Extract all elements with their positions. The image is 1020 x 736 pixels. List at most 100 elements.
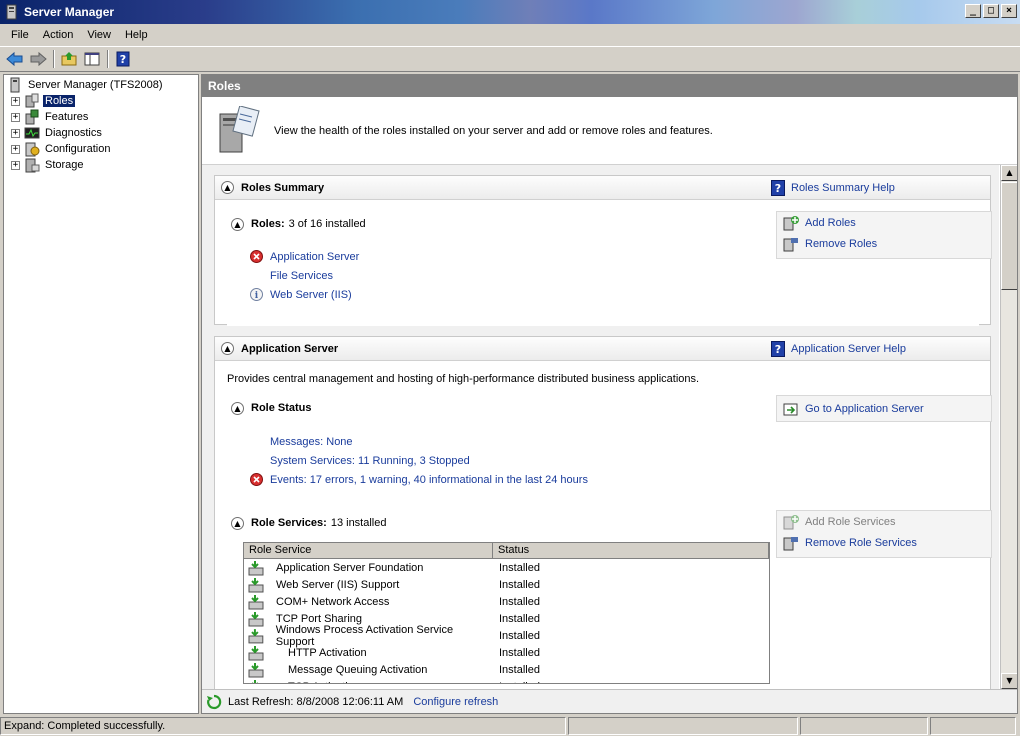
tree-root[interactable]: Server Manager (TFS2008) — [4, 77, 198, 93]
roles-summary-header: ▲ Roles Summary ? Roles Summary Help — [215, 176, 990, 200]
role-service-cell: Application Server Foundation — [244, 560, 492, 576]
tree-root-label: Server Manager (TFS2008) — [28, 79, 163, 91]
go-to-application-server-action[interactable]: Go to Application Server — [777, 396, 991, 421]
role-status-title: Role Status — [251, 402, 312, 414]
installed-icon — [248, 662, 264, 677]
role-services-actions: Add Role Services Remove Role Services — [776, 510, 992, 558]
features-icon — [24, 109, 40, 125]
remove-role-services-action[interactable]: Remove Role Services — [777, 532, 991, 553]
toolbar-separator — [107, 50, 109, 68]
scroll-thumb[interactable] — [1001, 182, 1017, 290]
role-item[interactable]: i Web Server (IIS) — [249, 285, 352, 304]
add-roles-action[interactable]: Add Roles — [777, 212, 991, 233]
expand-icon[interactable]: + — [11, 96, 20, 106]
events-link[interactable]: Events: 17 errors, 1 warning, 40 informa… — [249, 470, 588, 489]
role-service-status: Installed — [499, 629, 540, 642]
status-text: Expand: Completed successfully. — [0, 717, 566, 735]
scroll-down-icon[interactable]: ▼ — [1001, 673, 1017, 689]
role-service-cell: COM+ Network Access — [244, 594, 492, 610]
add-roles-icon — [783, 215, 799, 231]
content-area: ▲ Roles Summary ? Roles Summary Help ▲ R… — [202, 165, 999, 689]
remove-roles-action[interactable]: Remove Roles — [777, 233, 991, 254]
menu-bar: File Action View Help — [0, 24, 1020, 45]
table-row[interactable]: Application Server Foundation Installed — [244, 559, 769, 576]
role-service-name: COM+ Network Access — [276, 595, 390, 608]
roles-summary-help-link[interactable]: ? Roles Summary Help — [771, 179, 895, 196]
role-service-cell: Message Queuing Activation — [244, 662, 492, 678]
installed-icon — [248, 628, 264, 643]
expand-icon[interactable]: + — [11, 144, 20, 154]
tree-item-label: Diagnostics — [45, 127, 102, 139]
collapse-icon[interactable]: ▲ — [231, 401, 244, 415]
status-bar: Expand: Completed successfully. — [0, 716, 1020, 736]
help-icon: ? — [116, 51, 130, 67]
add-role-services-action[interactable]: Add Role Services — [777, 511, 991, 532]
vertical-scrollbar[interactable]: ▲ ▼ — [1000, 165, 1017, 689]
collapse-icon[interactable]: ▲ — [221, 181, 234, 194]
svg-text:i: i — [254, 291, 258, 301]
installed-icon — [251, 679, 259, 683]
role-status-actions: Go to Application Server — [776, 395, 992, 422]
role-services-subsection: ▲ Role Services: 13 installed Add Role S… — [227, 510, 992, 689]
tree-item-storage[interactable]: + Storage — [4, 157, 198, 173]
tree-item-label: Storage — [45, 159, 84, 171]
role-service-cell: Web Server (IIS) Support — [244, 577, 492, 593]
role-item[interactable]: Application Server — [249, 247, 359, 266]
collapse-icon[interactable]: ▲ — [231, 516, 244, 530]
menu-help[interactable]: Help — [118, 27, 155, 43]
column-header-role-service[interactable]: Role Service — [244, 543, 493, 558]
role-service-status: Installed — [499, 646, 540, 659]
role-services-table: Role Service Status Application Server F… — [243, 542, 770, 684]
role-service-name: Message Queuing Activation — [288, 663, 428, 676]
status-pane — [930, 717, 1016, 735]
expand-icon[interactable]: + — [11, 160, 20, 170]
help-button[interactable]: ? — [112, 48, 134, 70]
messages-link[interactable]: Messages: None — [270, 432, 353, 451]
table-row[interactable]: Windows Process Activation Service Suppo… — [244, 624, 769, 648]
role-service-name: TCP Activation — [276, 681, 360, 684]
expand-icon[interactable]: + — [11, 112, 20, 122]
collapse-icon[interactable]: ▲ — [221, 342, 234, 355]
configure-refresh-link[interactable]: Configure refresh — [413, 696, 498, 708]
system-services-link[interactable]: System Services: 11 Running, 3 Stopped — [270, 451, 470, 470]
up-level-button[interactable] — [58, 48, 80, 70]
column-header-status[interactable]: Status — [493, 543, 769, 558]
menu-action[interactable]: Action — [36, 27, 81, 43]
menu-view[interactable]: View — [80, 27, 118, 43]
maximize-button[interactable]: □ — [983, 4, 999, 18]
application-server-section: ▲ Application Server ? Application Serve… — [214, 336, 992, 689]
tree-item-features[interactable]: + Features — [4, 109, 198, 125]
table-row[interactable]: Message Queuing Activation Installed — [244, 661, 769, 678]
role-service-cell: HTTP Activation — [244, 645, 492, 661]
table-row[interactable]: TCP Activation Installed — [244, 678, 769, 684]
table-row[interactable]: HTTP Activation Installed — [244, 644, 769, 661]
tree-item-diagnostics[interactable]: + Diagnostics — [4, 125, 198, 141]
expand-icon[interactable]: + — [11, 128, 20, 138]
tree-item-configuration[interactable]: + Configuration — [4, 141, 198, 157]
section-title: Roles Summary — [241, 181, 325, 194]
forward-button[interactable] — [27, 48, 49, 70]
tree-item-label: Features — [45, 111, 89, 123]
role-service-name: Application Server Foundation — [276, 561, 424, 574]
table-row[interactable]: COM+ Network Access Installed — [244, 593, 769, 610]
show-hide-tree-button[interactable] — [81, 48, 103, 70]
back-arrow-icon — [6, 51, 23, 67]
role-service-status: Installed — [499, 612, 540, 625]
role-service-status: Installed — [499, 595, 540, 608]
go-to-icon — [783, 401, 799, 417]
menu-file[interactable]: File — [4, 27, 36, 43]
intro-text: View the health of the roles installed o… — [274, 124, 713, 137]
console-tree-icon — [84, 52, 100, 66]
tree-item-roles[interactable]: + Roles — [4, 93, 198, 109]
diagnostics-icon — [24, 125, 40, 141]
scroll-up-icon[interactable]: ▲ — [1001, 165, 1017, 181]
table-row[interactable]: Web Server (IIS) Support Installed — [244, 576, 769, 593]
role-services-title: Role Services: — [251, 517, 327, 529]
minimize-button[interactable]: _ — [965, 4, 981, 18]
close-button[interactable]: × — [1001, 4, 1017, 18]
back-button[interactable] — [4, 48, 26, 70]
server-icon — [7, 77, 23, 93]
collapse-icon[interactable]: ▲ — [231, 217, 244, 231]
application-server-help-link[interactable]: ? Application Server Help — [771, 340, 906, 357]
role-item[interactable]: File Services — [270, 266, 333, 285]
